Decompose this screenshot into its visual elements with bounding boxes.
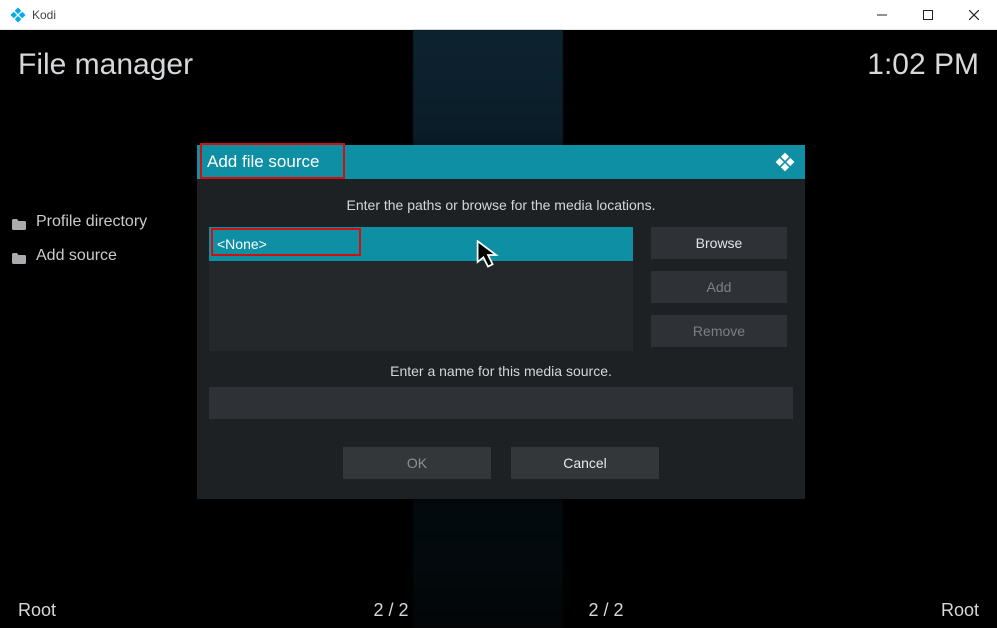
kodi-logo-icon (775, 152, 795, 172)
footer-left-location: Root (18, 600, 56, 621)
folder-icon (12, 217, 26, 228)
add-button[interactable]: Add (651, 271, 787, 303)
dialog-titlebar: Add file source (197, 145, 805, 179)
kodi-app-icon (10, 7, 26, 23)
source-name-input[interactable] (209, 387, 793, 419)
footer-right-location: Root (941, 600, 979, 621)
page-title: File manager (18, 48, 193, 82)
window-buttons (859, 0, 997, 30)
window-title: Kodi (32, 8, 859, 22)
cancel-button[interactable]: Cancel (511, 447, 659, 479)
name-description: Enter a name for this media source. (209, 363, 793, 379)
path-item-selected[interactable]: <None> (209, 227, 633, 261)
add-file-source-dialog: Add file source Enter the paths or brows… (197, 145, 805, 499)
remove-button[interactable]: Remove (651, 315, 787, 347)
dialog-title: Add file source (207, 152, 319, 172)
dialog-body: Enter the paths or browse for the media … (197, 179, 805, 499)
clock: 1:02 PM (867, 48, 979, 82)
list-item-label: Add source (36, 247, 117, 265)
list-item-label: Profile directory (36, 213, 147, 231)
window-maximize-button[interactable] (905, 0, 951, 30)
path-buttons-column: Browse Add Remove (651, 227, 787, 351)
paths-row: <None> Browse Add Remove (209, 227, 793, 351)
status-footer: Root 2 / 2 2 / 2 Root (0, 592, 997, 628)
footer-counts: 2 / 2 2 / 2 (373, 600, 623, 621)
footer-count-right: 2 / 2 (589, 600, 624, 621)
ok-button[interactable]: OK (343, 447, 491, 479)
window-minimize-button[interactable] (859, 0, 905, 30)
kodi-app: File manager 1:02 PM Profile directory A… (0, 30, 997, 628)
paths-listbox[interactable]: <None> (209, 227, 633, 351)
footer-count-left: 2 / 2 (373, 600, 408, 621)
dialog-actions: OK Cancel (209, 447, 793, 479)
browse-button[interactable]: Browse (651, 227, 787, 259)
path-item-label: <None> (217, 236, 267, 252)
app-header: File manager 1:02 PM (0, 30, 997, 100)
folder-icon (12, 251, 26, 262)
dialog-description: Enter the paths or browse for the media … (209, 197, 793, 213)
window-close-button[interactable] (951, 0, 997, 30)
window-titlebar: Kodi (0, 0, 997, 30)
